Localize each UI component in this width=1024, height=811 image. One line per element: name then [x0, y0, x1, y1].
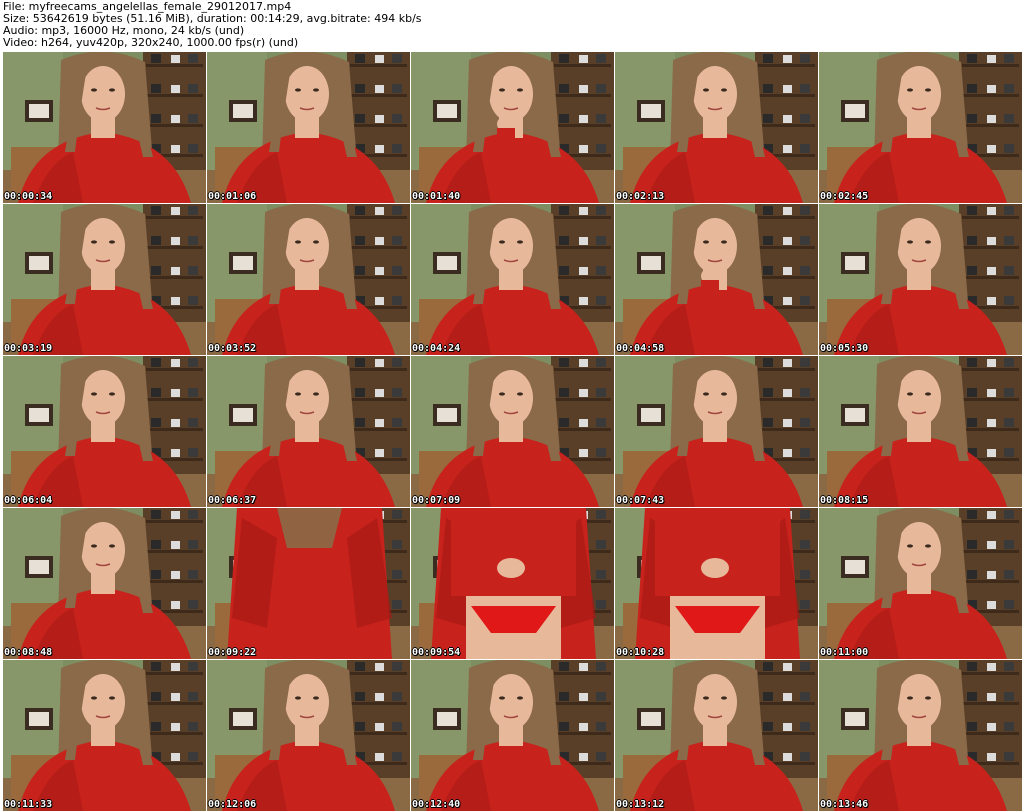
video-thumbnail: 00:08:15 — [819, 356, 1022, 507]
thumbnail-timestamp: 00:12:40 — [412, 799, 461, 810]
video-thumbnail: 00:08:48 — [3, 508, 206, 659]
thumbnail-image — [615, 52, 818, 203]
thumbnail-image — [819, 356, 1022, 507]
video-thumbnail: 00:12:40 — [411, 660, 614, 811]
thumbnail-timestamp: 00:08:48 — [4, 647, 53, 658]
thumbnail-timestamp: 00:02:13 — [616, 191, 665, 202]
video-thumbnail: 00:03:52 — [207, 204, 410, 355]
video-thumbnail: 00:13:12 — [615, 660, 818, 811]
video-thumbnail: 00:03:19 — [3, 204, 206, 355]
thumbnail-image — [411, 204, 614, 355]
thumbnail-image — [207, 356, 410, 507]
thumbnail-timestamp: 00:03:52 — [208, 343, 257, 354]
video-thumbnail: 00:02:45 — [819, 52, 1022, 203]
video-thumbnail: 00:04:58 — [615, 204, 818, 355]
video-thumbnail: 00:06:37 — [207, 356, 410, 507]
thumbnail-image — [411, 508, 614, 659]
video-thumbnail: 00:07:09 — [411, 356, 614, 507]
video-thumbnail: 00:11:33 — [3, 660, 206, 811]
thumbnail-timestamp: 00:05:30 — [820, 343, 869, 354]
thumbnail-image — [819, 52, 1022, 203]
thumbnail-image — [615, 356, 818, 507]
video-thumbnail: 00:06:04 — [3, 356, 206, 507]
thumbnail-timestamp: 00:11:33 — [4, 799, 53, 810]
thumbnail-timestamp: 00:10:28 — [616, 647, 665, 658]
thumbnail-timestamp: 00:13:12 — [616, 799, 665, 810]
video-thumbnail: 00:04:24 — [411, 204, 614, 355]
video-thumbnail: 00:09:22 — [207, 508, 410, 659]
video-thumbnail: 00:01:40 — [411, 52, 614, 203]
thumbnail-timestamp: 00:09:22 — [208, 647, 257, 658]
thumbnail-timestamp: 00:02:45 — [820, 191, 869, 202]
thumbnail-timestamp: 00:12:06 — [208, 799, 257, 810]
thumbnail-timestamp: 00:04:58 — [616, 343, 665, 354]
thumbnail-image — [207, 52, 410, 203]
video-thumbnail: 00:13:46 — [819, 660, 1022, 811]
thumbnail-timestamp: 00:04:24 — [412, 343, 461, 354]
thumbnail-timestamp: 00:11:00 — [820, 647, 869, 658]
thumbnail-timestamp: 00:08:15 — [820, 495, 869, 506]
video-thumbnail: 00:12:06 — [207, 660, 410, 811]
thumbnail-timestamp: 00:01:06 — [208, 191, 257, 202]
video-thumbnail: 00:02:13 — [615, 52, 818, 203]
video-thumbnail: 00:01:06 — [207, 52, 410, 203]
thumbnail-timestamp: 00:13:46 — [820, 799, 869, 810]
thumbnail-image — [3, 52, 206, 203]
thumbnail-timestamp: 00:07:09 — [412, 495, 461, 506]
thumbnail-timestamp: 00:00:34 — [4, 191, 53, 202]
video-thumbnail: 00:09:54 — [411, 508, 614, 659]
thumbnail-image — [819, 508, 1022, 659]
thumbnail-image — [3, 356, 206, 507]
thumbnail-timestamp: 00:06:37 — [208, 495, 257, 506]
thumbnail-image — [207, 204, 410, 355]
video-info-line: Video: h264, yuv420p, 320x240, 1000.00 f… — [3, 36, 299, 49]
thumbnail-image — [3, 204, 206, 355]
thumbnail-timestamp: 00:09:54 — [412, 647, 461, 658]
thumbnail-image — [411, 52, 614, 203]
thumbnail-image — [3, 660, 206, 811]
thumbnail-image — [615, 204, 818, 355]
thumbnail-image — [615, 508, 818, 659]
thumbnail-image — [615, 660, 818, 811]
thumbnail-image — [207, 508, 410, 659]
video-thumbnail: 00:00:34 — [3, 52, 206, 203]
thumbnail-image — [411, 356, 614, 507]
thumbnail-grid: 00:00:34 00:01:06 00:01:40 00:02:13 00:02:45… — [3, 52, 1023, 811]
thumbnail-image — [819, 660, 1022, 811]
thumbnail-image — [819, 204, 1022, 355]
video-thumbnail: 00:10:28 — [615, 508, 818, 659]
thumbnail-timestamp: 00:03:19 — [4, 343, 53, 354]
thumbnail-image — [411, 660, 614, 811]
video-thumbnail: 00:05:30 — [819, 204, 1022, 355]
thumbnail-timestamp: 00:07:43 — [616, 495, 665, 506]
video-thumbnail: 00:07:43 — [615, 356, 818, 507]
video-thumbnail: 00:11:00 — [819, 508, 1022, 659]
thumbnail-timestamp: 00:01:40 — [412, 191, 461, 202]
thumbnail-image — [207, 660, 410, 811]
file-info-header: File: myfreecams_angelellas_female_29012… — [3, 1, 1021, 49]
thumbnail-image — [3, 508, 206, 659]
thumbnail-timestamp: 00:06:04 — [4, 495, 53, 506]
